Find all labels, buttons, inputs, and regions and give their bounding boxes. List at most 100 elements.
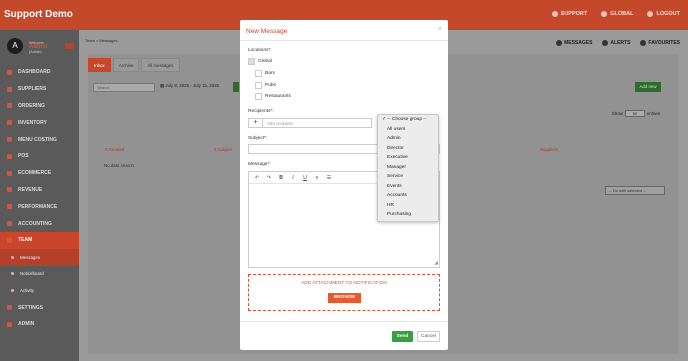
group-option-selected-label: -- Choose group -- bbox=[387, 117, 427, 122]
sidebar-item-label: ORDERING bbox=[18, 102, 45, 109]
sidebar-item-performance[interactable]: PERFORMANCE bbox=[0, 198, 79, 215]
attachment-dropzone[interactable]: ADD ATTACHMENT TO NOTIFICATION BROWSE bbox=[248, 274, 440, 311]
date-range-picker[interactable]: ▦ July 8, 2025 - July 15, 2025 bbox=[160, 83, 219, 89]
shield-icon bbox=[7, 321, 12, 327]
sidebar-item-label: PERFORMANCE bbox=[18, 203, 58, 210]
group-option[interactable]: Executive bbox=[378, 153, 438, 163]
sidebar-item-menu-costing[interactable]: MENU COSTING bbox=[0, 131, 79, 148]
messages-label: MESSAGES bbox=[564, 40, 593, 46]
sidebar-item-label: INVENTORY bbox=[18, 119, 47, 126]
profile-badge[interactable] bbox=[65, 43, 74, 49]
sidebar-item-label: ECOMMERCE bbox=[18, 170, 52, 177]
modal-footer: Send Cancel bbox=[240, 321, 448, 350]
checkbox-pubs[interactable] bbox=[255, 82, 262, 89]
bullet-icon bbox=[11, 272, 14, 276]
entries-select[interactable]: 50 bbox=[624, 110, 645, 117]
group-option[interactable]: Events bbox=[378, 182, 438, 192]
show-label: Show bbox=[611, 111, 623, 116]
gauge-icon bbox=[7, 204, 12, 210]
locations-label: Locations*: bbox=[248, 48, 272, 53]
bulk-action-select[interactable]: -- Do with selected -- bbox=[605, 186, 665, 195]
add-new-button[interactable]: Add new bbox=[635, 82, 661, 92]
group-option[interactable]: Accounts bbox=[378, 191, 438, 201]
sidebar-item-team[interactable]: TEAM bbox=[0, 231, 79, 249]
sidebar-item-label: ADMIN bbox=[18, 321, 35, 328]
sidebar-item-pos[interactable]: POS bbox=[0, 148, 79, 165]
resize-handle-icon[interactable]: ◢ bbox=[434, 260, 438, 266]
browse-button[interactable]: BROWSE bbox=[328, 293, 361, 303]
calculator-icon bbox=[7, 221, 12, 227]
sidebar-item-label: Messages bbox=[20, 254, 41, 260]
bold-icon[interactable]: B bbox=[278, 175, 284, 181]
col-created[interactable]: # Created bbox=[105, 147, 124, 152]
sidebar-item-accounting[interactable]: ACCOUNTING bbox=[0, 215, 79, 232]
search-input[interactable]: Search bbox=[93, 83, 155, 92]
checkbox-restaurants[interactable] bbox=[255, 93, 262, 100]
tab-inbox[interactable]: Inbox bbox=[88, 58, 111, 72]
cancel-button[interactable]: Cancel bbox=[417, 331, 440, 342]
add-recipient-button[interactable]: + bbox=[249, 119, 263, 127]
checkbox-bars[interactable] bbox=[255, 70, 262, 77]
top-nav: SUPPORT GLOBAL LOGOUT bbox=[551, 11, 680, 17]
sidebar-item-ordering[interactable]: ORDERING bbox=[0, 98, 79, 115]
sidebar-item-admin[interactable]: ADMIN bbox=[0, 316, 79, 333]
sidebar-subitem-messages[interactable]: Messages bbox=[0, 248, 79, 266]
col-subject[interactable]: # Subject bbox=[214, 147, 232, 152]
brand-title: Support Demo bbox=[4, 9, 73, 20]
checkbox-global[interactable] bbox=[248, 58, 255, 65]
tab-all-messages[interactable]: All messages bbox=[141, 58, 180, 72]
group-option[interactable]: Admin bbox=[378, 134, 438, 144]
logout-link[interactable]: LOGOUT bbox=[647, 11, 680, 17]
redo-icon[interactable]: ↷ bbox=[266, 175, 272, 181]
favourites-link[interactable]: FAVOURITES bbox=[640, 40, 680, 46]
send-button[interactable]: Send bbox=[392, 331, 413, 342]
sidebar-item-label: Activity bbox=[20, 288, 34, 294]
sidebar-item-dashboard[interactable]: DASHBOARD bbox=[0, 64, 79, 81]
group-option[interactable]: Service bbox=[378, 172, 438, 182]
global-label: GLOBAL bbox=[610, 11, 634, 17]
group-option[interactable]: Director bbox=[378, 144, 438, 154]
italic-icon[interactable]: I bbox=[290, 175, 296, 181]
date-apply-button[interactable] bbox=[233, 82, 239, 92]
box-icon bbox=[7, 120, 12, 126]
sidebar-item-label: DASHBOARD bbox=[18, 69, 51, 76]
group-option-selected[interactable]: ✓ -- Choose group -- bbox=[378, 115, 438, 125]
sidebar-subitem-noticeboard[interactable]: Noticeboard bbox=[0, 266, 79, 283]
close-icon[interactable]: × bbox=[438, 26, 442, 33]
global-menu[interactable]: GLOBAL bbox=[601, 11, 633, 17]
recipient-input[interactable]: + Add recipient bbox=[248, 118, 372, 128]
sidebar-item-settings[interactable]: SETTINGS bbox=[0, 299, 79, 316]
support-link[interactable]: SUPPORT bbox=[551, 11, 587, 17]
sidebar-item-suppliers[interactable]: SUPPLIERS bbox=[0, 81, 79, 98]
underline-icon[interactable]: U bbox=[302, 175, 308, 181]
group-option[interactable]: Purchasing bbox=[378, 210, 438, 220]
undo-icon[interactable]: ↶ bbox=[254, 175, 260, 181]
col-suppliers[interactable]: Suppliers bbox=[540, 147, 558, 152]
group-option[interactable]: HR bbox=[378, 201, 438, 211]
header-actions: MESSAGES ALERTS FAVOURITES bbox=[556, 40, 680, 46]
group-option[interactable]: Manager bbox=[378, 163, 438, 173]
date-range-text: July 8, 2025 - July 15, 2025 bbox=[165, 83, 220, 88]
tab-archive[interactable]: Archive bbox=[112, 58, 140, 72]
sidebar-subitem-activity[interactable]: Activity bbox=[0, 282, 79, 299]
alerts-label: ALERTS bbox=[610, 40, 631, 46]
subject-label: Subject*: bbox=[248, 136, 268, 141]
alerts-link[interactable]: ALERTS bbox=[602, 40, 630, 46]
entries-label: entries bbox=[646, 111, 660, 116]
profile-name: Welcome Admin (Admin) bbox=[29, 41, 48, 54]
sidebar: A Welcome Admin (Admin) DASHBOARD SUPPLI… bbox=[0, 30, 79, 361]
checkbox-pubs-label: Pubs bbox=[265, 83, 276, 88]
sidebar-item-inventory[interactable]: INVENTORY bbox=[0, 114, 79, 131]
ordered-list-icon[interactable]: ≡ bbox=[314, 175, 320, 181]
pos-icon bbox=[7, 153, 12, 159]
messages-link[interactable]: MESSAGES bbox=[556, 40, 592, 46]
cart-icon bbox=[7, 103, 12, 109]
group-option[interactable]: All users bbox=[378, 125, 438, 135]
bullet-list-icon[interactable]: ☰ bbox=[326, 175, 332, 181]
checkbox-global-label: Global bbox=[258, 59, 272, 64]
no-data-text: No data search bbox=[104, 163, 134, 168]
avatar[interactable]: A bbox=[7, 38, 23, 54]
sidebar-item-revenue[interactable]: REVENUE bbox=[0, 182, 79, 199]
sidebar-item-ecommerce[interactable]: ECOMMERCE bbox=[0, 165, 79, 182]
truck-icon bbox=[7, 86, 12, 92]
